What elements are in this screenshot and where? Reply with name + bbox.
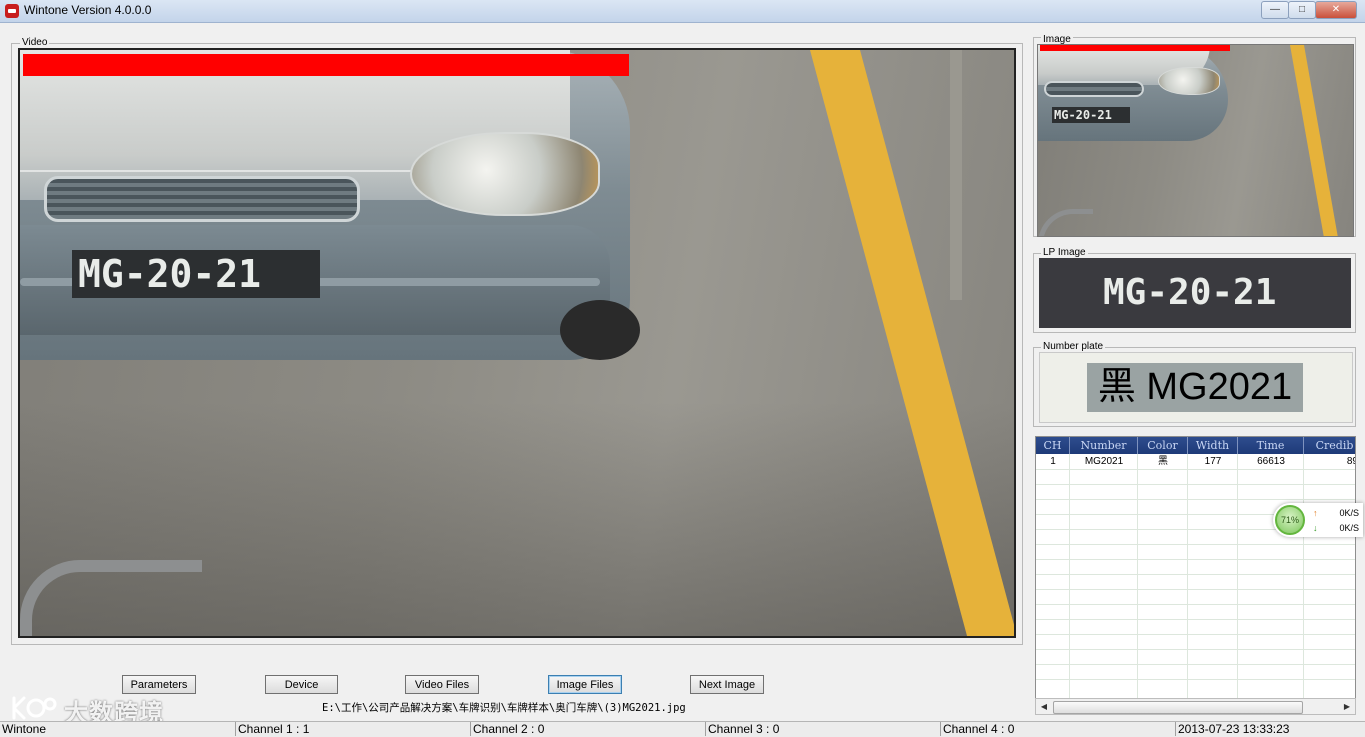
cell-credib: 89 [1346,456,1355,467]
close-button[interactable]: ✕ [1315,1,1357,19]
column-header-color[interactable]: Color [1138,437,1188,454]
status-channel-1: Channel 1 : 1 [235,722,470,736]
upload-speed: 0K/S [1339,508,1359,518]
license-plate: MG-20-21 [72,250,320,298]
lp-image-label: LP Image [1041,247,1088,258]
image-thumbnail[interactable]: MG-20-21 [1037,44,1354,237]
download-speed: 0K/S [1339,523,1359,533]
status-bar: Wintone Channel 1 : 1 Channel 2 : 0 Chan… [0,721,1365,737]
network-speed-widget[interactable]: 71% ↑ 0K/S ↓ 0K/S [1273,503,1363,537]
lp-image-view: MG-20-21 [1039,258,1351,328]
column-header-credib[interactable]: Credib [1304,437,1355,454]
parameters-button[interactable]: Parameters [122,675,196,694]
table-header: CH Number Color Width Time Credib [1036,437,1355,454]
device-button[interactable]: Device [265,675,338,694]
column-header-number[interactable]: Number [1070,437,1138,454]
image-files-button[interactable]: Image Files [548,675,622,694]
download-arrow-icon: ↓ [1313,523,1318,533]
video-files-button[interactable]: Video Files [405,675,479,694]
title-bar: Wintone Version 4.0.0.0 — □ ✕ [0,0,1365,23]
file-path: E:\工作\公司产品解决方案\车牌识别\车牌样本\奥门车牌\(3)MG2021.… [322,702,686,714]
number-plate-text: 黑 MG2021 [1097,366,1293,408]
results-table[interactable]: CH Number Color Width Time Credib 1 MG20… [1035,436,1356,699]
window-title: Wintone Version 4.0.0.0 [24,3,152,17]
minimize-button[interactable]: — [1261,1,1289,19]
speed-percent: 71% [1275,505,1305,535]
scroll-left-arrow-icon[interactable]: ◀ [1037,700,1051,713]
car-grille [44,176,360,222]
curb [950,50,962,300]
status-channel-4: Channel 4 : 0 [940,722,1175,736]
headlight [410,132,600,216]
video-label: Video [20,37,50,48]
cell-time: 66613 [1257,456,1285,467]
cell-ch: 1 [1050,456,1056,467]
column-header-width[interactable]: Width [1188,437,1238,454]
next-image-button[interactable]: Next Image [690,675,764,694]
status-channel-3: Channel 3 : 0 [705,722,940,736]
app-icon [5,4,19,18]
lp-image-plate: MG-20-21 [1103,272,1277,313]
column-header-time[interactable]: Time [1238,437,1304,454]
status-app: Wintone [2,722,47,736]
status-datetime: 2013-07-23 13:33:23 [1175,722,1365,736]
video-view[interactable]: MG-20-21 [18,48,1016,638]
cell-width: 177 [1204,456,1222,467]
number-plate-label: Number plate [1041,341,1106,352]
upload-arrow-icon: ↑ [1313,508,1318,518]
scroll-thumb[interactable] [1053,701,1303,714]
number-plate-result: 黑 MG2021 [1087,363,1303,412]
maximize-button[interactable]: □ [1288,1,1316,19]
scroll-right-arrow-icon[interactable]: ▶ [1340,700,1354,713]
status-channel-2: Channel 2 : 0 [470,722,705,736]
table-horizontal-scrollbar[interactable]: ◀ ▶ [1035,698,1356,715]
image-red-bar [1040,45,1230,51]
red-indicator-bar [23,54,629,76]
cell-number: MG2021 [1084,456,1124,467]
mirror [20,560,202,636]
thumbnail-plate: MG-20-21 [1052,107,1130,123]
watermark-logo-icon [12,696,57,720]
cell-color: 黑 [1158,456,1168,467]
column-header-ch[interactable]: CH [1036,437,1070,454]
